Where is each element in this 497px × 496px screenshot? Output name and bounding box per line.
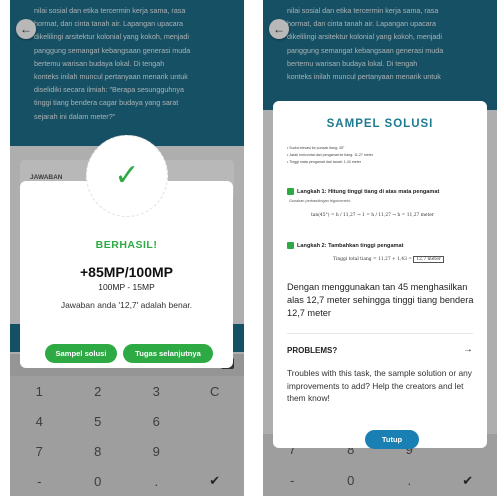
step-2-label: Langkah 2: Tambahkan tinggi pengamat <box>297 242 404 249</box>
modal-title: SAMPEL SOLUSI <box>326 118 434 130</box>
formula-text: Tinggi total tiang = 11,27 + 1,43 = <box>333 257 412 262</box>
checkbox-icon <box>287 188 294 195</box>
checkbox-icon <box>287 242 294 249</box>
right-screen: nilai sosial dan etika tercermin kerja s… <box>263 0 497 496</box>
problems-description: Troubles with this task, the sample solu… <box>287 368 472 403</box>
sample-solution-modal: SAMPEL SOLUSI • Sudut elevasi ke puncak … <box>273 101 487 449</box>
success-status: BERHASIL! <box>95 239 158 251</box>
step-1-note: Gunakan perbandingan trigonometri: <box>289 199 351 203</box>
step-1-heading: Langkah 1: Hitung tinggi tiang di atas m… <box>287 188 439 195</box>
step-1-formula: tan(45°) = h / 11,27 → 1 = h / 11,27 → h… <box>311 213 434 218</box>
formula-result: 12,7 meter <box>413 256 444 263</box>
step-2-heading: Langkah 2: Tambahkan tinggi pengamat <box>287 242 404 249</box>
close-button[interactable]: Tutup <box>365 430 419 449</box>
answer-message: Jawaban anda '12,7' adalah benar. <box>60 300 193 310</box>
list-item: • Jarak horizontal dari pengamat ke tian… <box>287 153 374 157</box>
mp-result: +85MP/100MP <box>80 264 173 280</box>
left-screen: nilai sosial dan etika tercermin kerja s… <box>10 0 244 496</box>
mp-breakdown: 100MP - 15MP <box>98 282 155 292</box>
problems-link[interactable]: PROBLEMS? → <box>287 344 473 355</box>
checkmark-icon: ✓ <box>114 159 140 192</box>
next-task-button[interactable]: Tugas selanjutnya <box>123 344 213 363</box>
problems-label: PROBLEMS? <box>287 346 338 355</box>
conclusion-text: Dengan menggunakan tan 45 menghasilkan a… <box>287 282 474 318</box>
list-item: • Tinggi mata pengamat dari tanah: 1,43 … <box>287 160 361 164</box>
step-1-label: Langkah 1: Hitung tinggi tiang di atas m… <box>297 188 440 195</box>
list-item: • Sudut elevasi ke puncak tiang: 45° <box>287 146 345 150</box>
given-list: • Sudut elevasi ke puncak tiang: 45° • J… <box>287 145 477 166</box>
sample-solution-button[interactable]: Sampel solusi <box>45 344 117 363</box>
step-2-formula: Tinggi total tiang = 11,27 + 1,43 = 12,7… <box>333 256 444 263</box>
arrow-right-icon[interactable]: → <box>463 344 473 355</box>
divider <box>287 333 473 334</box>
success-badge: ✓ <box>86 135 168 217</box>
